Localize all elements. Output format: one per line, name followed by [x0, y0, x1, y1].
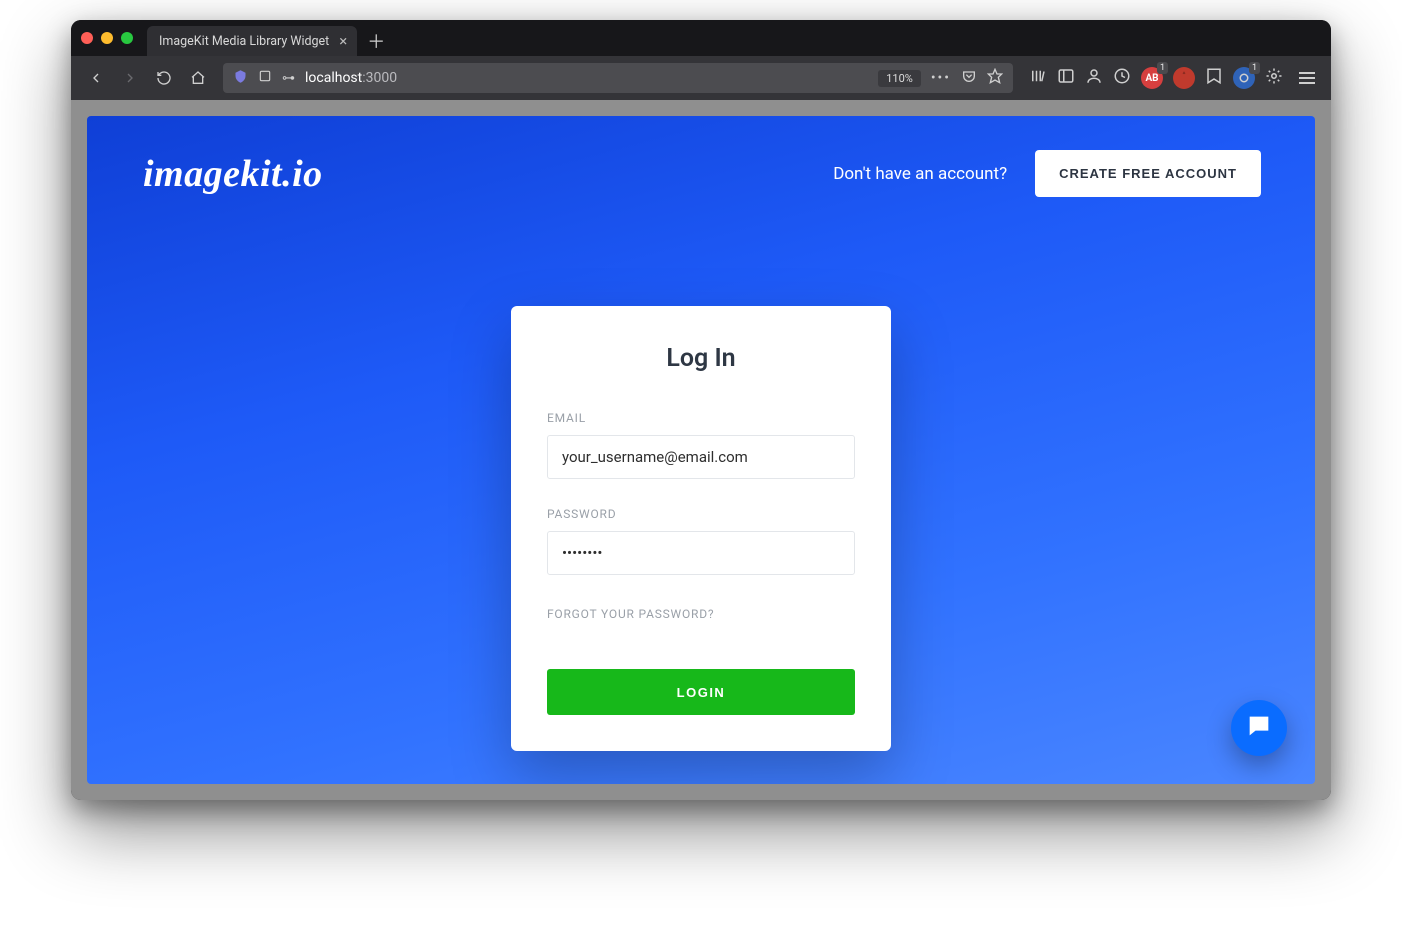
history-icon[interactable]: [1113, 67, 1131, 89]
logo: imagekit.io: [143, 152, 323, 196]
nav-buttons: [81, 63, 213, 93]
card-title: Log In: [547, 344, 855, 373]
login-button[interactable]: LOGIN: [547, 669, 855, 715]
page-content: imagekit.io Don't have an account? CREAT…: [87, 116, 1315, 784]
extension-flag-icon[interactable]: [1205, 67, 1223, 89]
browser-toolbar: ⊶ localhost:3000 110% •••: [71, 56, 1331, 100]
bookmark-star-icon[interactable]: [987, 68, 1003, 88]
no-account-text: Don't have an account?: [833, 164, 1007, 184]
new-tab-button[interactable]: ＋: [357, 28, 395, 54]
sidebar-icon[interactable]: [1057, 67, 1075, 89]
login-card: Log In EMAIL PASSWORD FORGOT YOUR PASSWO…: [511, 306, 891, 751]
create-account-button[interactable]: CREATE FREE ACCOUNT: [1035, 150, 1261, 197]
reader-pocket-icon[interactable]: [961, 68, 977, 88]
extension-puzzle-icon[interactable]: 1: [1233, 67, 1255, 89]
email-field[interactable]: [547, 435, 855, 479]
forward-button[interactable]: [115, 63, 145, 93]
chat-widget-button[interactable]: [1231, 700, 1287, 756]
extension-badge: 1: [1157, 62, 1168, 74]
reload-button[interactable]: [149, 63, 179, 93]
forgot-password-link[interactable]: FORGOT YOUR PASSWORD?: [547, 607, 714, 621]
back-button[interactable]: [81, 63, 111, 93]
email-label: EMAIL: [547, 411, 855, 425]
tab-title: ImageKit Media Library Widget: [159, 34, 329, 49]
url-rest: :3000: [362, 70, 397, 86]
extension-gear-icon[interactable]: [1265, 67, 1283, 89]
zoom-indicator[interactable]: 110%: [878, 70, 921, 87]
page-info-icon[interactable]: [258, 69, 272, 87]
url-host: localhost: [305, 70, 362, 86]
window-controls: [81, 32, 133, 44]
header-right: Don't have an account? CREATE FREE ACCOU…: [833, 150, 1261, 197]
shield-icon[interactable]: [233, 69, 248, 88]
url-text: localhost:3000: [305, 70, 397, 86]
address-left-icons: ⊶: [233, 69, 295, 88]
viewport: imagekit.io Don't have an account? CREAT…: [71, 100, 1331, 800]
extension-adblock-icon[interactable]: AB 1: [1141, 67, 1163, 89]
more-actions-icon[interactable]: •••: [931, 70, 951, 86]
titlebar: ImageKit Media Library Widget × ＋: [71, 20, 1331, 56]
minimize-window-button[interactable]: [101, 32, 113, 44]
extension-icons: AB 1 1: [1023, 66, 1321, 90]
chat-icon: [1245, 712, 1273, 744]
password-label: PASSWORD: [547, 507, 855, 521]
maximize-window-button[interactable]: [121, 32, 133, 44]
browser-tab[interactable]: ImageKit Media Library Widget ×: [147, 26, 357, 56]
app-menu-button[interactable]: [1293, 66, 1321, 90]
close-tab-icon[interactable]: ×: [339, 34, 347, 49]
close-window-button[interactable]: [81, 32, 93, 44]
library-icon[interactable]: [1029, 67, 1047, 89]
password-field[interactable]: [547, 531, 855, 575]
page-header: imagekit.io Don't have an account? CREAT…: [87, 116, 1315, 197]
extension-badge: 1: [1249, 62, 1260, 74]
address-bar[interactable]: ⊶ localhost:3000 110% •••: [223, 63, 1013, 93]
extension-tomato-icon[interactable]: [1173, 67, 1195, 89]
account-icon[interactable]: [1085, 67, 1103, 89]
browser-window: ImageKit Media Library Widget × ＋: [71, 20, 1331, 800]
permissions-key-icon[interactable]: ⊶: [282, 71, 295, 86]
address-right-icons: 110% •••: [878, 68, 1003, 88]
home-button[interactable]: [183, 63, 213, 93]
